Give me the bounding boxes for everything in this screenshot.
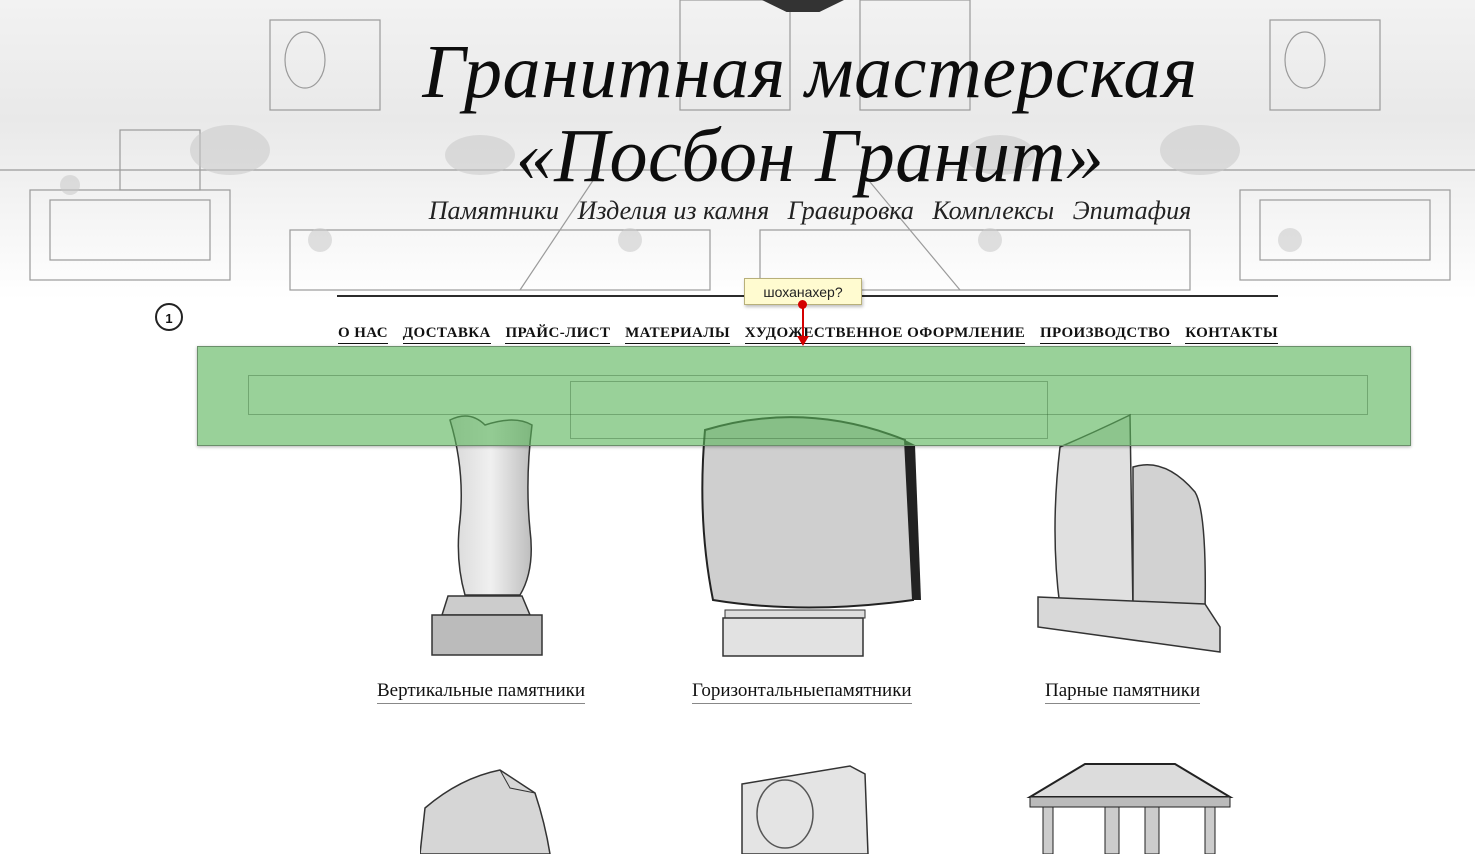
tagline-item: Комплексы — [932, 196, 1055, 225]
tagline-item: Памятники — [428, 196, 560, 225]
pin-marker-line — [802, 308, 804, 338]
tagline-item: Эпитафия — [1072, 196, 1192, 225]
rock-monument-icon — [420, 769, 551, 854]
annotation-number-badge: 1 — [155, 303, 183, 331]
site-title-line1: Гранитная мастерская — [422, 30, 1198, 114]
overlay-shelf-outline — [570, 381, 1048, 439]
pin-arrow-icon — [797, 336, 809, 346]
catalog-link-double[interactable]: Парные памятники — [1045, 680, 1201, 704]
double-monument-icon — [1037, 413, 1221, 653]
gazebo-complex-icon — [1026, 763, 1234, 854]
catalog-link-horizontal[interactable]: Горизонтальныепамятники — [692, 680, 912, 704]
nav-item-art-design[interactable]: ХУДОЖЕСТВЕННОЕ ОФОРМЛЕНИЕ — [744, 325, 1026, 344]
catalog-link-vertical[interactable]: Вертикальные памятники — [377, 680, 586, 704]
horizontal-monument-icon — [701, 416, 921, 657]
nav-item-materials[interactable]: МАТЕРИАЛЫ — [625, 325, 730, 344]
nav-item-delivery[interactable]: ДОСТАВКА — [402, 325, 491, 344]
gazebo-complex-image[interactable] — [1025, 762, 1235, 854]
portrait-monument-icon — [741, 765, 869, 854]
double-monument-image[interactable] — [1035, 412, 1225, 657]
nav-item-contacts[interactable]: КОНТАКТЫ — [1185, 325, 1278, 344]
nav-item-production[interactable]: ПРОИЗВОДСТВО — [1039, 325, 1171, 344]
highlight-overlay — [197, 346, 1411, 446]
tagline-item: Изделия из камня — [577, 196, 770, 225]
nav-item-price-list[interactable]: ПРАЙС-ЛИСТ — [505, 325, 611, 344]
tagline: Памятники Изделия из камня Гравировка Ко… — [300, 196, 1320, 226]
rock-monument-image[interactable] — [420, 768, 560, 854]
vertical-monument-image[interactable] — [430, 410, 550, 660]
horizontal-monument-image[interactable] — [695, 410, 925, 660]
portrait-monument-image[interactable] — [740, 764, 875, 854]
vertical-monument-icon — [431, 415, 543, 656]
nav-item-about[interactable]: О НАС — [338, 325, 389, 344]
site-title-line2: «Посбон Гранит» — [515, 114, 1105, 198]
tagline-item: Гравировка — [787, 196, 914, 225]
